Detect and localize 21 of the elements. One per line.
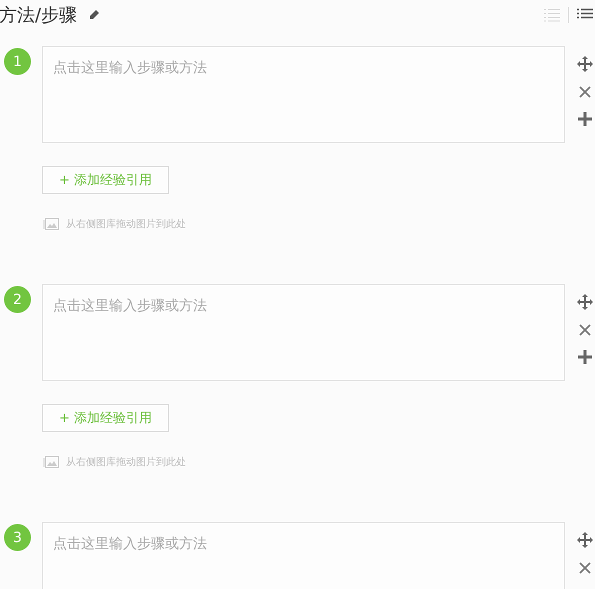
close-icon[interactable] <box>579 86 591 98</box>
step-number: 1 <box>4 48 31 75</box>
pencil-icon[interactable] <box>89 10 100 20</box>
plus-icon[interactable] <box>578 112 592 126</box>
image-drop-hint: 从右侧图库拖动图片到此处 <box>66 456 186 469</box>
step-input[interactable]: 点击这里输入步骤或方法 <box>42 284 565 381</box>
move-icon[interactable] <box>577 532 593 548</box>
move-icon[interactable] <box>577 294 593 310</box>
step-input[interactable]: 点击这里输入步骤或方法 <box>42 522 565 589</box>
image-icon <box>42 217 60 231</box>
image-drop-hint: 从右侧图库拖动图片到此处 <box>66 218 186 231</box>
close-icon[interactable] <box>579 324 591 336</box>
image-icon <box>42 455 60 469</box>
plus-icon[interactable] <box>578 350 592 364</box>
add-reference-button[interactable]: + 添加经验引用 <box>42 166 170 194</box>
step-input[interactable]: 点击这里输入步骤或方法 <box>42 46 565 143</box>
step-number: 2 <box>4 286 31 313</box>
move-icon[interactable] <box>577 56 593 72</box>
add-reference-button[interactable]: + 添加经验引用 <box>42 404 170 432</box>
close-icon[interactable] <box>579 562 591 574</box>
step-number: 3 <box>4 524 31 551</box>
